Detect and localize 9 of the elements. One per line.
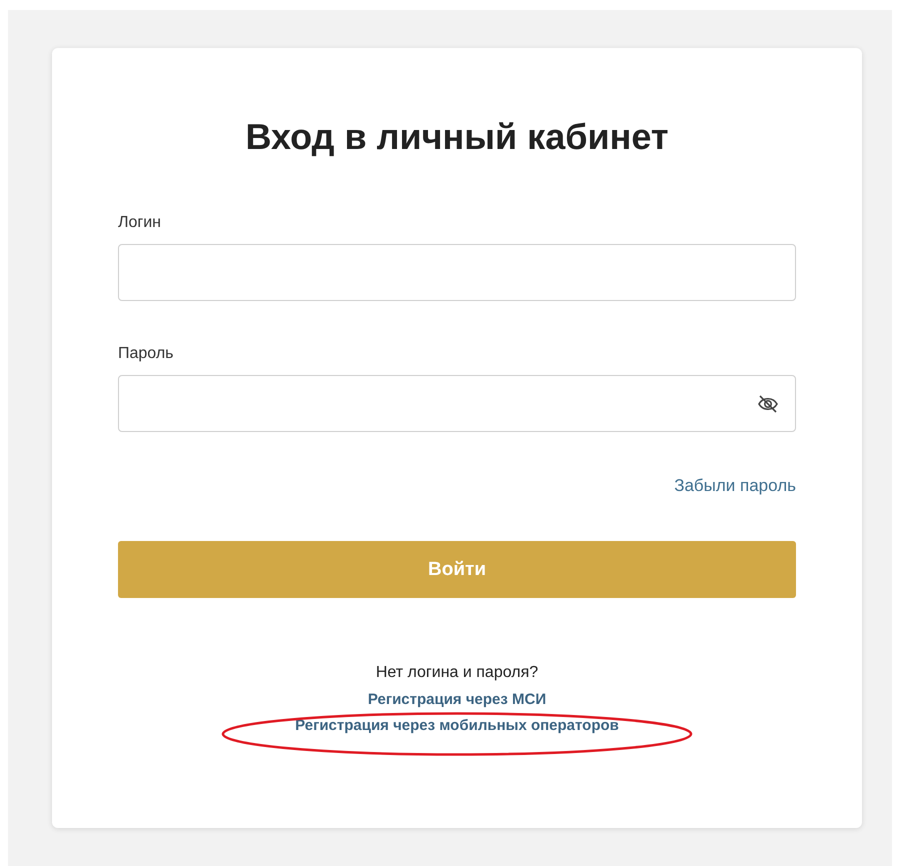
eye-slash-icon[interactable]	[757, 394, 779, 414]
page-title: Вход в личный кабинет	[244, 116, 670, 158]
registration-link[interactable]: Регистрация через МСИ	[368, 691, 546, 708]
login-field[interactable]	[118, 244, 796, 301]
field-label: Пароль	[118, 345, 174, 363]
field-label: Логин	[118, 214, 162, 232]
signup-prompt: Нет логина и пароля?	[376, 664, 538, 682]
password-field[interactable]	[118, 375, 796, 432]
forgot-password-link[interactable]: Забыли пароль	[674, 476, 796, 496]
